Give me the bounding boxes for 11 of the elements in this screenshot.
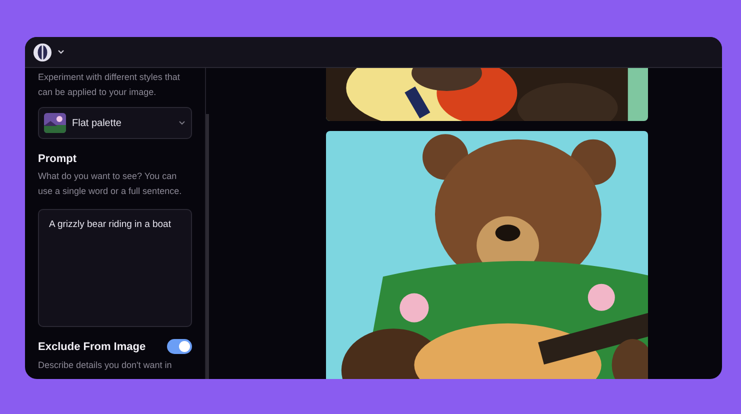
exclude-toggle[interactable] <box>167 339 192 354</box>
styles-description: Experiment with different styles that can be applied to your image. <box>38 71 181 99</box>
section-title: Exclude From Image <box>38 340 146 352</box>
logo-icon[interactable] <box>33 42 52 62</box>
chevron-icon <box>178 119 186 127</box>
style-select[interactable]: Flat palette <box>38 107 192 139</box>
exclude-description: Describe details you don't want in <box>38 359 173 372</box>
section-title: Prompt <box>38 153 78 165</box>
prompt-field[interactable]: A grizzly bear riding in a boat <box>38 209 192 327</box>
prompt-description: What do you want to see? You can use a single word or a full sentence. <box>38 170 183 198</box>
caret-icon[interactable] <box>57 48 65 56</box>
